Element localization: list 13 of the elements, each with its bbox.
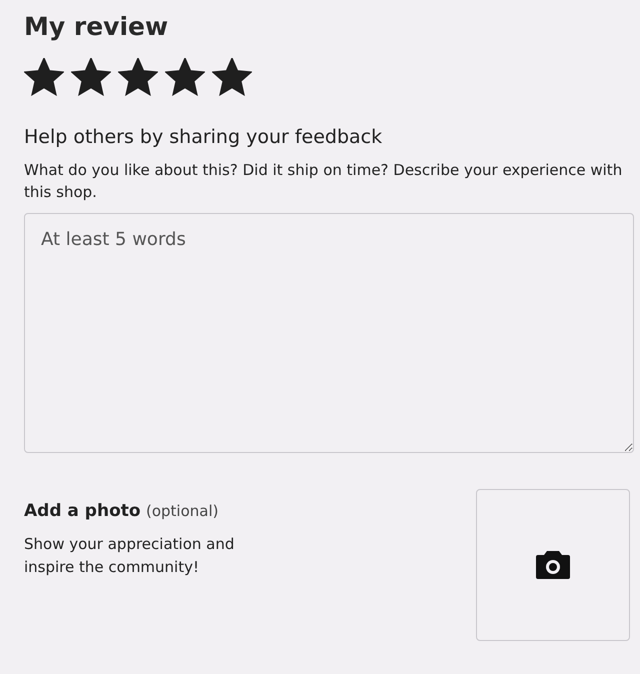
star-icon[interactable] [165,58,205,96]
photo-heading: Add a photo (optional) [24,500,220,523]
section-title: My review [24,11,170,43]
star-icon[interactable] [71,58,111,96]
star-icon[interactable] [118,58,158,96]
photo-description: Show your appreciation and inspire the community! [24,534,236,578]
review-field[interactable]: At least 5 words [24,213,634,453]
star-icon[interactable] [24,58,64,96]
feedback-description: What do you like about this? Did it ship on time? Describe your experience with this shop. [24,160,624,203]
feedback-heading: Help others by sharing your feedback [24,124,384,150]
camera-icon [536,551,570,579]
add-photo-button[interactable] [476,489,630,641]
star-icon[interactable] [212,58,252,96]
